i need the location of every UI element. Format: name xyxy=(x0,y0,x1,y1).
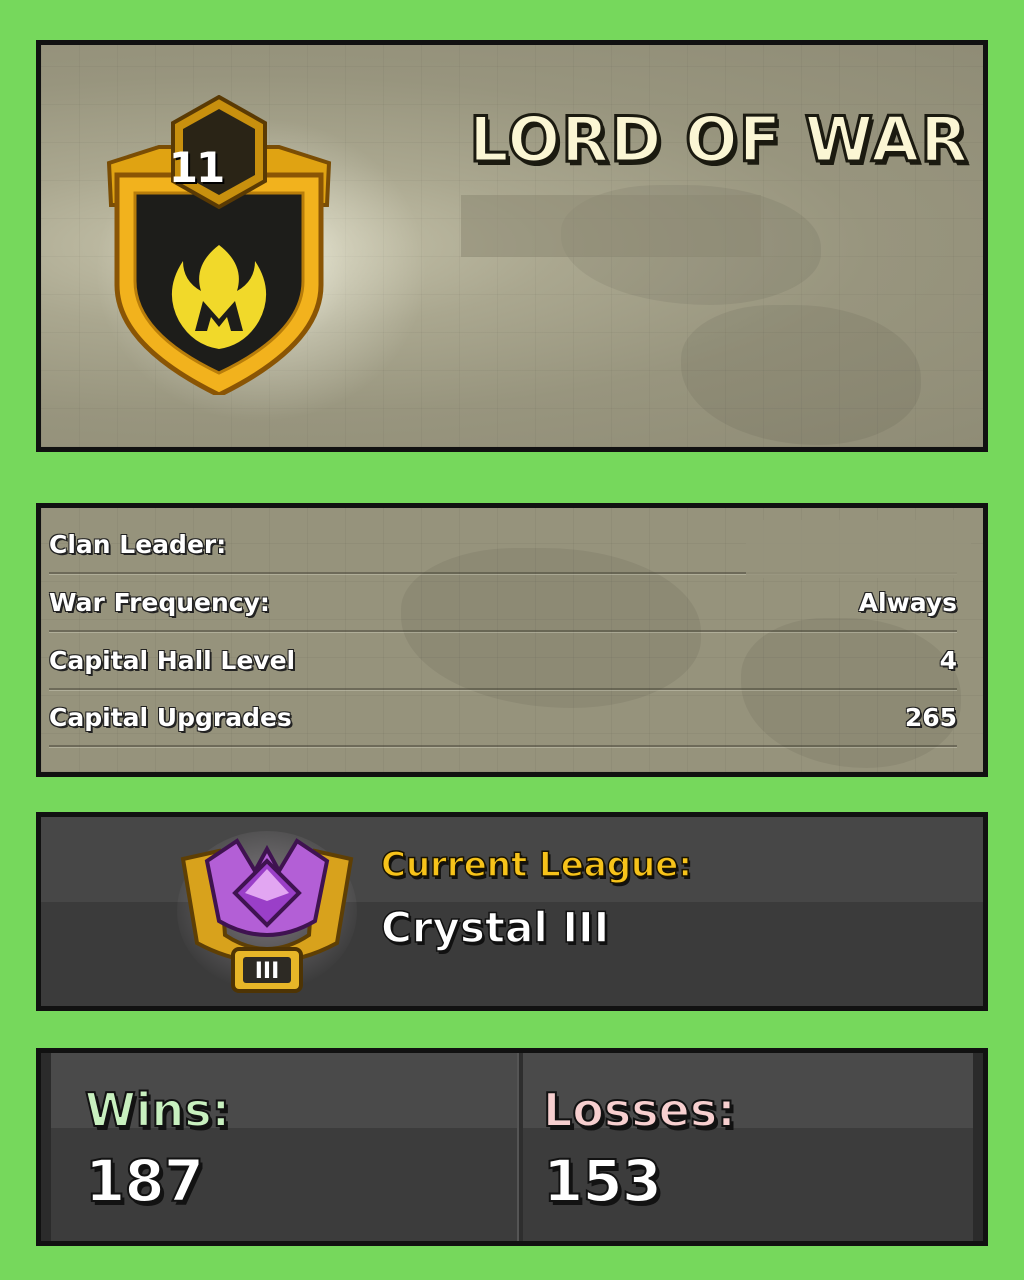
redacted-area xyxy=(746,520,971,578)
info-value: 265 xyxy=(904,702,957,732)
clan-header-panel: 11 LORD OF WAR xyxy=(36,40,988,452)
info-row-war-frequency: War Frequency: Always xyxy=(49,574,957,632)
wins-value: 187 xyxy=(84,1146,205,1216)
crystal-league-icon: III xyxy=(177,831,357,993)
map-decoration xyxy=(681,305,921,445)
league-panel: III Current League: Crystal III xyxy=(36,812,988,1011)
clan-info-panel: Clan Leader: War Frequency: Always Capit… xyxy=(36,503,988,777)
info-label: War Frequency: xyxy=(49,587,270,617)
info-row-capital-upgrades: Capital Upgrades 265 xyxy=(49,689,957,747)
info-label: Capital Hall Level xyxy=(49,645,296,675)
info-value: 4 xyxy=(939,645,957,675)
clan-badge-icon xyxy=(106,95,332,395)
info-label: Capital Upgrades xyxy=(49,702,292,732)
info-row-capital-hall-level: Capital Hall Level 4 xyxy=(49,632,957,690)
war-stats-panel: Wins: 187 Losses: 153 xyxy=(36,1048,988,1246)
losses-value: 153 xyxy=(542,1146,663,1216)
league-name: Crystal III xyxy=(380,902,610,953)
league-tier-label: III xyxy=(255,959,280,984)
clan-level: 11 xyxy=(168,143,225,192)
league-title: Current League: xyxy=(380,844,692,886)
info-label: Clan Leader: xyxy=(49,529,227,559)
losses-cell: Losses: 153 xyxy=(523,1053,983,1241)
wins-label: Wins: xyxy=(84,1082,231,1138)
losses-label: Losses: xyxy=(542,1082,737,1138)
wins-cell: Wins: 187 xyxy=(41,1053,517,1241)
info-value: Always xyxy=(858,587,957,617)
clan-name: LORD OF WAR xyxy=(468,102,970,178)
redacted-area xyxy=(461,195,761,257)
